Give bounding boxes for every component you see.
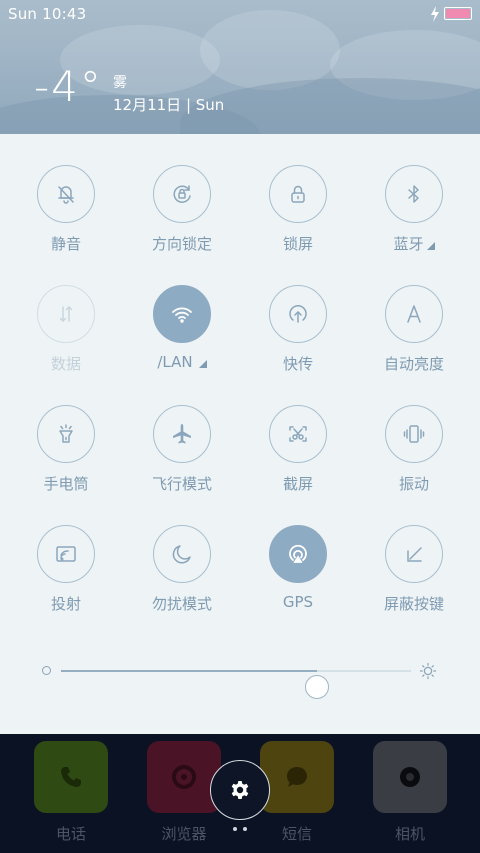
tile-bluetooth[interactable]: 蓝牙 (356, 134, 472, 253)
weather-header[interactable]: Sun 10:43 -4° 雾 12月11日 | Sun (0, 0, 480, 134)
tile-wlan[interactable]: /LAN (124, 254, 240, 371)
flashlight-icon (37, 405, 95, 463)
browser-icon (172, 765, 196, 789)
wifi-icon (153, 285, 211, 343)
brightness-thumb[interactable] (304, 675, 329, 699)
tile-auto-brightness[interactable]: 自动亮度 (356, 254, 472, 373)
app-messages[interactable] (260, 741, 334, 813)
vibrate-icon (385, 405, 443, 463)
tile-label: 投射 (50, 595, 81, 613)
page-indicator-dot (233, 827, 237, 831)
page-indicator-dot (243, 827, 247, 831)
camera-icon (400, 767, 420, 787)
gear-icon (231, 781, 249, 799)
tile-do-not-disturb[interactable]: 勿扰模式 (124, 494, 240, 613)
bluetooth-icon (385, 165, 443, 223)
tile-label: GPS (282, 593, 314, 611)
tile-rotation-lock[interactable]: 方向锁定 (124, 134, 240, 253)
battery-level (446, 9, 470, 18)
charging-icon (431, 6, 439, 22)
brightness-track[interactable] (61, 670, 411, 699)
brightness-max-icon (419, 662, 437, 680)
tile-label: 蓝牙 (356, 233, 472, 254)
app-label: 浏览器 (161, 825, 207, 843)
tile-airplane-mode[interactable]: 飞行模式 (124, 374, 240, 493)
app-label: 电话 (55, 825, 86, 843)
settings-button[interactable] (210, 760, 270, 820)
tile-label: 飞行模式 (151, 475, 212, 493)
rotation-lock-icon (153, 165, 211, 223)
tile-label: 数据 (50, 355, 81, 373)
bell-off-icon (37, 165, 95, 223)
tile-label: /LAN (124, 353, 240, 371)
more-indicator-icon (426, 242, 435, 250)
key-block-icon (385, 525, 443, 583)
tile-label: 锁屏 (282, 235, 313, 253)
weather-date: 12月11日 | Sun (113, 96, 225, 114)
app-browser[interactable] (147, 741, 221, 813)
tile-label: 自动亮度 (383, 355, 444, 373)
home-dock: 电话 浏览器 短信 相机 (0, 734, 480, 853)
app-label: 相机 (394, 825, 425, 843)
data-arrows-icon (37, 285, 95, 343)
tile-data[interactable]: 数据 (8, 254, 124, 373)
tile-label: 方向锁定 (151, 235, 212, 253)
tile-gps[interactable]: GPS (240, 494, 356, 611)
tile-block-keys[interactable]: 屏蔽按键 (356, 494, 472, 613)
quick-settings-panel: 静音 方向锁定 锁屏 蓝牙 数据 /LAN 快传 自动亮度 手电筒 飞行模式 截… (0, 134, 480, 734)
tile-label: 勿扰模式 (151, 595, 212, 613)
message-icon (287, 767, 307, 787)
brightness-min-icon (42, 666, 51, 675)
tile-label: 手电筒 (43, 475, 89, 493)
more-indicator-icon (198, 360, 207, 368)
tile-label: 截屏 (282, 475, 313, 493)
tile-flashlight[interactable]: 手电筒 (8, 374, 124, 493)
gps-icon (269, 525, 327, 583)
screenshot-icon (269, 405, 327, 463)
tile-label: 振动 (398, 475, 429, 493)
brightness-track-fill (61, 670, 317, 672)
app-phone[interactable] (34, 741, 108, 813)
tile-label: 屏蔽按键 (383, 595, 444, 613)
status-time: Sun 10:43 (8, 5, 87, 23)
app-label: 短信 (281, 825, 312, 843)
airplane-icon (153, 405, 211, 463)
temperature: -4° (34, 62, 103, 111)
status-bar: Sun 10:43 (0, 0, 480, 28)
tile-lock-screen[interactable]: 锁屏 (240, 134, 356, 253)
tile-mute[interactable]: 静音 (8, 134, 124, 253)
brightness-slider[interactable] (40, 654, 440, 699)
lock-icon (269, 165, 327, 223)
tile-cast[interactable]: 投射 (8, 494, 124, 613)
battery-icon (444, 7, 472, 20)
moon-icon (153, 525, 211, 583)
app-camera[interactable] (373, 741, 447, 813)
upload-icon (269, 285, 327, 343)
tile-label: 快传 (282, 355, 313, 373)
cast-icon (37, 525, 95, 583)
tile-vibrate[interactable]: 振动 (356, 374, 472, 493)
tile-quick-transfer[interactable]: 快传 (240, 254, 356, 373)
tile-screenshot[interactable]: 截屏 (240, 374, 356, 493)
auto-brightness-icon (385, 285, 443, 343)
tile-label: 静音 (50, 235, 81, 253)
phone-icon (61, 767, 81, 787)
weather-condition: 雾 (113, 75, 127, 91)
